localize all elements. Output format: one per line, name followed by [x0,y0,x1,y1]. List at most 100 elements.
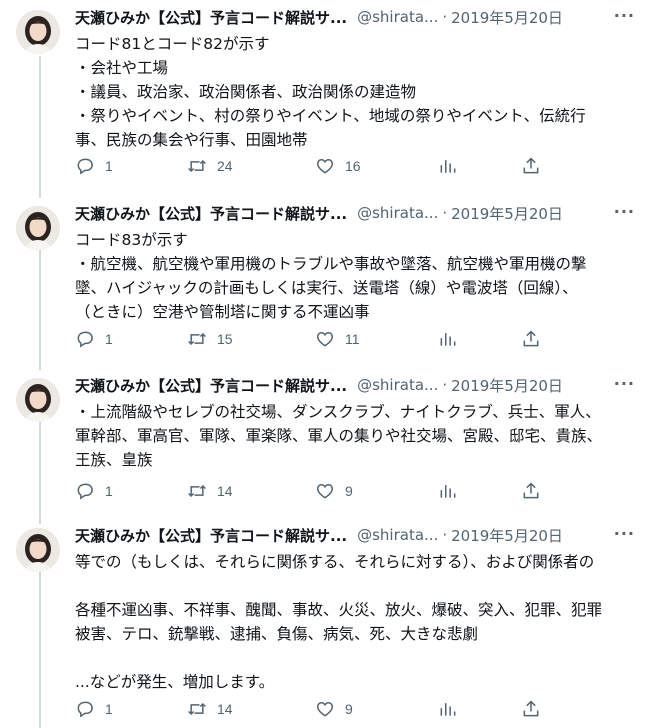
share-button[interactable] [521,329,541,349]
like-button[interactable]: 16 [315,156,361,176]
tweet-text-line: 被害、テロ、銃撃戦、逮捕、負傷、病気、死、大きな悲劇 [75,625,479,643]
tweet-text-line: ・会社や工場 [75,59,169,77]
share-icon [521,481,541,501]
retweet-icon [187,156,207,176]
tweet-date[interactable]: 2019年5月20日 [451,7,563,28]
analytics-button[interactable] [438,156,458,176]
more-options-icon[interactable]: ··· [614,202,635,221]
heart-icon [315,481,335,501]
retweet-button[interactable]: 14 [187,699,233,719]
reply-button[interactable]: 1 [75,481,113,501]
retweet-icon [187,481,207,501]
reply-icon [75,481,95,501]
retweet-icon [187,329,207,349]
tweet-text-line: 墜、ハイジャックの計画もしくは実行、送電塔（線）や電波塔（回線）、 [75,279,578,297]
retweet-count: 24 [217,158,233,174]
reply-button[interactable]: 1 [75,329,113,349]
retweet-count: 15 [217,331,233,347]
reply-count: 1 [105,701,113,717]
tweet-body: ・上流階級やセレブの社交場、ダンスクラブ、ナイトクラブ、兵士、軍人、 軍幹部、軍高… [75,400,643,472]
tweet-date[interactable]: 2019年5月20日 [451,525,563,546]
tweet-text-line: 軍幹部、軍高官、軍隊、軍楽隊、軍人の集りや社交場、宮殿、邸宅、貴族、 [75,427,603,445]
author-name[interactable]: 天瀬ひみか【公式】予言コード解説サ... [75,375,347,396]
reply-icon [75,156,95,176]
tweet-text-line: ・祭りやイベント、村の祭りやイベント、地域の祭りやイベント、伝統行 [75,107,586,125]
like-button[interactable]: 9 [315,481,353,501]
like-button[interactable]: 9 [315,699,353,719]
share-button[interactable] [521,481,541,501]
retweet-count: 14 [217,701,233,717]
tweet-body: 等での（もしくは、それらに関係する、それらに対する）、および関係者の 各種不運凶事… [75,550,643,694]
reply-icon [75,699,95,719]
reply-count: 1 [105,331,113,347]
author-name[interactable]: 天瀬ひみか【公式】予言コード解説サ... [75,7,347,28]
more-options-icon[interactable]: ··· [614,6,635,25]
analytics-icon [438,329,458,349]
retweet-button[interactable]: 14 [187,481,233,501]
share-icon [521,699,541,719]
tweet-date[interactable]: 2019年5月20日 [451,203,563,224]
retweet-button[interactable]: 15 [187,329,233,349]
like-count: 9 [345,483,353,499]
tweet-text-line: ...などが発生、増加します。 [75,673,275,691]
author-name[interactable]: 天瀬ひみか【公式】予言コード解説サ... [75,525,347,546]
tweet-text-line: 各種不運凶事、不祥事、醜聞、事故、火災、放火、爆破、突入、犯罪、犯罪 [75,601,603,619]
tweet-body: コード83が示す・航空機、航空機や軍用機のトラブルや事故や墜落、航空機や軍用機の… [75,228,643,324]
analytics-button[interactable] [438,699,458,719]
reply-count: 1 [105,158,113,174]
author-handle[interactable]: @shirata... [357,376,438,394]
retweet-count: 14 [217,483,233,499]
analytics-icon [438,699,458,719]
reply-button[interactable]: 1 [75,699,113,719]
tweet-text-line: コード81とコード82が示す [75,35,270,53]
tweet[interactable]: 天瀬ひみか【公式】予言コード解説サ... @shirata... · 2019年… [0,518,655,718]
heart-icon [315,699,335,719]
tweet-text-line: （ときに）空港や管制塔に関する不運凶事 [75,303,370,321]
analytics-icon [438,156,458,176]
tweet-header: 天瀬ひみか【公式】予言コード解説サ... @shirata... · 2019年… [75,6,645,28]
tweet-actions: 1 24 16 [75,154,641,178]
avatar[interactable] [16,10,60,54]
analytics-button[interactable] [438,329,458,349]
avatar[interactable] [16,206,60,250]
tweet[interactable]: 天瀬ひみか【公式】予言コード解説サ... @shirata... · 2019年… [0,196,655,372]
share-icon [521,329,541,349]
retweet-button[interactable]: 24 [187,156,233,176]
share-button[interactable] [521,156,541,176]
separator-dot: · [442,376,448,394]
more-options-icon[interactable]: ··· [614,524,635,543]
more-options-icon[interactable]: ··· [614,374,635,393]
heart-icon [315,329,335,349]
author-handle[interactable]: @shirata... [357,204,438,222]
tweet-body: コード81とコード82が示す ・会社や工場 ・議員、政治家、政治関係者、政治関係の建… [75,32,643,152]
tweet-actions: 1 14 9 [75,697,641,721]
author-handle[interactable]: @shirata... [357,526,438,544]
tweet-text-line: 等での（もしくは、それらに関係する、それらに対する）、および関係者の [75,553,595,571]
reply-button[interactable]: 1 [75,156,113,176]
separator-dot: · [442,526,448,544]
like-count: 11 [345,331,360,347]
separator-dot: · [442,204,448,222]
like-button[interactable]: 11 [315,329,360,349]
avatar[interactable] [16,378,60,422]
tweet-text-line: 王族、皇族 [75,451,153,469]
reply-icon [75,329,95,349]
heart-icon [315,156,335,176]
author-name[interactable]: 天瀬ひみか【公式】予言コード解説サ... [75,203,347,224]
tweet-actions: 1 15 11 [75,327,641,351]
author-handle[interactable]: @shirata... [357,8,438,26]
analytics-button[interactable] [438,481,458,501]
tweet[interactable]: 天瀬ひみか【公式】予言コード解説サ... @shirata... · 2019年… [0,0,655,176]
tweet-text-line: 事、民族の集会や行事、田園地帯 [75,131,308,149]
analytics-icon [438,481,458,501]
tweet-header: 天瀬ひみか【公式】予言コード解説サ... @shirata... · 2019年… [75,524,645,546]
tweet-text-line: ・航空機、航空機や軍用機のトラブルや事故や墜落、航空機や軍用機の撃 [75,255,587,273]
share-button[interactable] [521,699,541,719]
avatar[interactable] [16,528,60,572]
tweet-actions: 1 14 9 [75,479,641,503]
tweet-header: 天瀬ひみか【公式】予言コード解説サ... @shirata... · 2019年… [75,202,645,224]
tweet-date[interactable]: 2019年5月20日 [451,375,563,396]
tweet-text-line: コード83が示す [75,231,188,249]
